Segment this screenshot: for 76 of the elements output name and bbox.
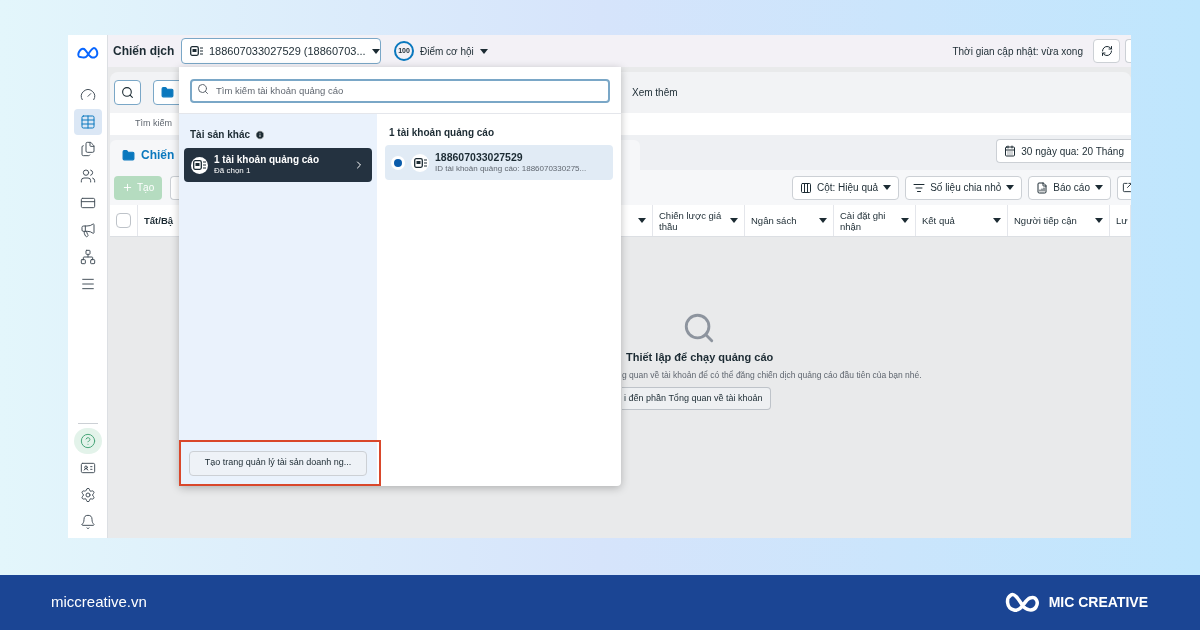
account-icon [190, 46, 203, 56]
gauge-icon [79, 87, 96, 103]
refresh-button[interactable] [1093, 39, 1120, 63]
select-all-checkbox[interactable] [116, 213, 131, 228]
asset-item[interactable]: 1 tài khoản quảng cáo Đã chọn 1 [184, 148, 372, 182]
export-icon [1122, 182, 1131, 193]
caret-icon [901, 218, 909, 223]
plus-icon [122, 182, 133, 193]
megaphone-icon [79, 222, 96, 238]
folder-icon [122, 148, 135, 162]
assets-heading: Tài sản khác [190, 128, 251, 142]
calendar-icon [1004, 145, 1017, 157]
network-icon [79, 249, 96, 265]
brand-name: MIC CREATIVE [1048, 593, 1148, 612]
toolbar-button[interactable]: Số liệu chia nhỏ [905, 175, 1023, 200]
date-range-button[interactable]: 30 ngày qua: 20 Tháng [996, 139, 1131, 163]
caret-icon [883, 185, 892, 190]
page-title: Chiến dịch [113, 43, 176, 60]
breakdown-icon [913, 181, 926, 194]
help-icon [79, 433, 96, 449]
column-header[interactable]: Ngân sách [745, 205, 834, 236]
caret-icon [819, 218, 827, 223]
id-card-icon [79, 460, 96, 476]
card-icon [79, 195, 96, 211]
account-overview-button[interactable]: i đến phần Tổng quan về tài khoản [622, 387, 772, 411]
table-icon [79, 114, 96, 130]
caret-icon [1095, 218, 1103, 223]
menu-icon [79, 276, 96, 292]
account-item[interactable]: 188607033027529 ID tài khoản quảng cáo: 1886070330275... [385, 145, 613, 180]
accounts-heading: 1 tài khoản quảng cáo [388, 126, 496, 140]
radio-button[interactable] [391, 155, 405, 170]
account-select[interactable]: 188607033027529 (18860703... [181, 38, 381, 64]
account-search-field[interactable]: Tìm kiếm tài khoản quảng cáo [190, 78, 610, 103]
people-icon [79, 168, 96, 184]
toolbar-button[interactable]: Cột: Hiệu quả [791, 175, 900, 200]
column-header[interactable]: Cài đặt ghi nhận [834, 205, 916, 236]
caret-icon [371, 48, 380, 54]
report-icon [1036, 181, 1049, 194]
search-button[interactable] [114, 80, 141, 105]
sidebar-item[interactable] [73, 109, 102, 135]
asset-subtitle: Đã chọn 1 [214, 165, 252, 176]
more-link[interactable]: Xem thêm [632, 85, 678, 100]
export-button[interactable] [1117, 175, 1131, 200]
caret-icon [993, 218, 1001, 223]
create-business-portfolio-button[interactable]: Tạo trang quản lý tài sản doanh ng... [189, 450, 367, 476]
column-header[interactable]: Kết quả [916, 205, 1008, 236]
refresh-icon [1100, 45, 1113, 57]
search-placeholder[interactable]: Tìm kiếm [135, 117, 172, 131]
account-name: 188607033027529 [435, 151, 524, 163]
info-icon [255, 129, 266, 140]
empty-state-text: g quan về tài khoản để có thể đăng chiến dịch quảng cáo đầu tiên của bạn nhé. [622, 368, 922, 382]
website-text: miccreative.vn [51, 592, 147, 613]
caret-icon [1006, 185, 1015, 190]
caret-icon [479, 48, 488, 54]
search-icon [682, 311, 716, 345]
column-header[interactable]: Người tiếp cận [1008, 205, 1110, 236]
asset-title: 1 tài khoản quảng cáo [214, 154, 321, 165]
toolbar-button[interactable]: Báo cáo [1028, 175, 1111, 200]
columns-icon [799, 181, 812, 194]
caret-icon [730, 218, 738, 223]
search-icon [197, 83, 209, 96]
account-id: ID tài khoản quảng cáo: 1886070330275... [435, 162, 587, 174]
settings-icon [79, 487, 96, 503]
column-header[interactable]: Lư [1110, 205, 1131, 236]
caret-icon [638, 218, 646, 223]
caret-icon [1095, 185, 1103, 190]
update-time: Thời gian cập nhật: vừa xong [952, 44, 1083, 59]
search-icon [121, 86, 134, 99]
empty-state-title: Thiết lập để chạy quảng cáo [626, 350, 774, 366]
logo-icon [76, 47, 99, 59]
bell-icon [79, 514, 96, 530]
folder-icon [161, 86, 174, 99]
opportunity-score-button[interactable]: Điểm cơ hội [420, 43, 488, 59]
sidebar-item[interactable] [73, 428, 102, 454]
pages-icon [79, 141, 96, 157]
column-header[interactable]: Chiến lược giá thầu [653, 205, 745, 236]
